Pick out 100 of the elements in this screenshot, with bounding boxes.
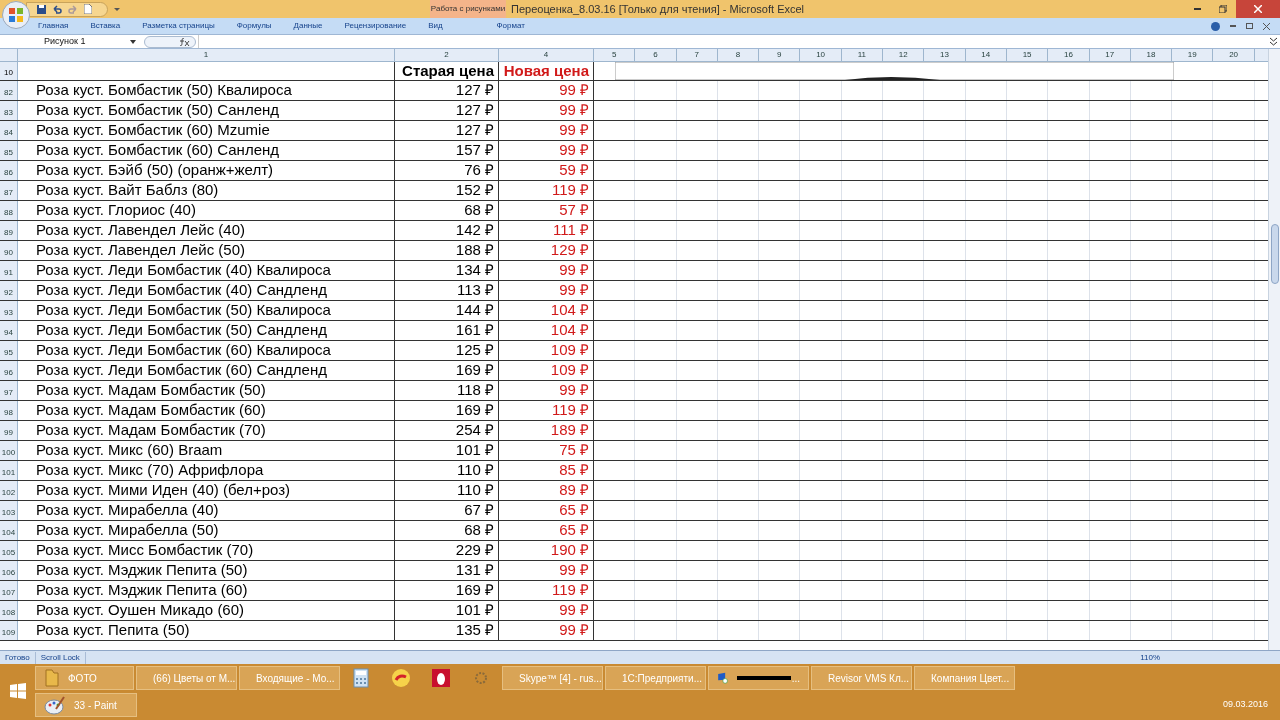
scrollbar-thumb[interactable]: [1271, 224, 1279, 284]
row-header[interactable]: 102: [0, 481, 18, 500]
table-cell: 85 ₽: [499, 461, 594, 480]
column-header[interactable]: 13: [924, 49, 966, 61]
column-header[interactable]: 16: [1048, 49, 1090, 61]
row-header[interactable]: 86: [0, 161, 18, 180]
table-cell: 127 ₽: [395, 121, 499, 140]
row-header[interactable]: 101: [0, 461, 18, 480]
row-header[interactable]: 82: [0, 81, 18, 100]
egg-icon: [431, 668, 451, 688]
table-cell: 101 ₽: [395, 601, 499, 620]
vertical-scrollbar[interactable]: [1268, 49, 1280, 650]
expand-icon[interactable]: [1269, 36, 1278, 47]
function-icon[interactable]: [180, 37, 190, 46]
table-cell: 113 ₽: [395, 281, 499, 300]
column-header[interactable]: 7: [676, 49, 718, 61]
table-cell: 169 ₽: [395, 401, 499, 420]
help-icon[interactable]: [1211, 21, 1220, 31]
row-header[interactable]: 103: [0, 501, 18, 520]
table-cell: 76 ₽: [395, 161, 499, 180]
table-cell: Роза куст. Мадам Бомбастик (60): [18, 401, 395, 420]
column-header[interactable]: 17: [1089, 49, 1131, 61]
column-header[interactable]: 19: [1172, 49, 1214, 61]
close-button[interactable]: [1236, 0, 1280, 18]
row-header[interactable]: 10: [0, 62, 18, 80]
row-header[interactable]: 89: [0, 221, 18, 240]
row-header[interactable]: 96: [0, 361, 18, 380]
name-box[interactable]: Рисунок 1: [0, 35, 140, 48]
table-cell: 99 ₽: [499, 141, 594, 160]
column-header[interactable]: 4: [499, 49, 594, 61]
table-cell: 99 ₽: [499, 121, 594, 140]
customize-caret-icon[interactable]: [114, 6, 120, 12]
row-header[interactable]: 85: [0, 141, 18, 160]
ribbon-tab[interactable]: Вид: [428, 20, 443, 32]
table-cell: Роза куст. Лавендел Лейс (50): [18, 241, 395, 260]
row-header[interactable]: 88: [0, 201, 18, 220]
row-header[interactable]: 90: [0, 241, 18, 260]
table-cell: Роза куст. Глориос (40): [18, 201, 395, 220]
column-header[interactable]: 6: [635, 49, 677, 61]
column-header[interactable]: 2: [395, 49, 499, 61]
row-header[interactable]: 95: [0, 341, 18, 360]
row-header[interactable]: 93: [0, 301, 18, 320]
ribbon-tab[interactable]: Вставка: [90, 20, 121, 32]
row-header[interactable]: 109: [0, 621, 18, 640]
table-cell: 119 ₽: [499, 581, 594, 600]
ribbon-tab[interactable]: Рецензирование: [344, 20, 407, 32]
table-cell: Роза куст. Мисс Бомбастик (70): [18, 541, 395, 560]
close-icon[interactable]: [1263, 22, 1270, 30]
windows-logo-icon: [9, 683, 26, 699]
table-cell: 65 ₽: [499, 501, 594, 520]
ribbon-tab[interactable]: Разметка страницы: [142, 20, 215, 32]
column-header[interactable]: 5: [594, 49, 636, 61]
row-header[interactable]: 91: [0, 261, 18, 280]
row-header[interactable]: 100: [0, 441, 18, 460]
table-cell: Роза куст. Леди Бомбастик (40) Сандленд: [18, 281, 395, 300]
column-header[interactable]: 15: [1006, 49, 1049, 61]
save-icon[interactable]: [37, 4, 46, 14]
context-tab-header: Работа с рисунками: [430, 0, 506, 18]
ribbon-tab[interactable]: Главная: [38, 20, 69, 32]
office-logo-icon: [9, 8, 23, 22]
table-cell: 109 ₽: [499, 361, 594, 380]
column-header[interactable]: 20: [1213, 49, 1255, 61]
table-cell: 67 ₽: [395, 501, 499, 520]
column-header[interactable]: 14: [965, 49, 1007, 61]
row-header[interactable]: 107: [0, 581, 18, 600]
row-header[interactable]: 106: [0, 561, 18, 580]
table-cell: Роза куст. Мадам Бомбастик (70): [18, 421, 395, 440]
row-header[interactable]: 104: [0, 521, 18, 540]
office-button[interactable]: [2, 1, 30, 29]
row-header[interactable]: 97: [0, 381, 18, 400]
column-header[interactable]: 1: [18, 49, 395, 61]
ribbon-tab[interactable]: Формат: [472, 20, 549, 32]
row-header[interactable]: 83: [0, 101, 18, 120]
column-header[interactable]: 11: [841, 49, 884, 61]
table-cell: 129 ₽: [499, 241, 594, 260]
ribbon-tab[interactable]: Данные: [293, 20, 323, 32]
row-header[interactable]: 92: [0, 281, 18, 300]
row-header[interactable]: 105: [0, 541, 18, 560]
table-cell: 161 ₽: [395, 321, 499, 340]
table-cell: 99 ₽: [499, 281, 594, 300]
ribbon-tab[interactable]: Формулы: [236, 20, 272, 32]
table-cell: Роза куст. Бомбастик (60) Mzumie: [18, 121, 395, 140]
restore-icon[interactable]: [1246, 23, 1253, 29]
new-document-icon[interactable]: [84, 4, 92, 14]
table-cell: 110 ₽: [395, 461, 499, 480]
column-header[interactable]: 12: [883, 49, 925, 61]
row-header[interactable]: 94: [0, 321, 18, 340]
row-header[interactable]: 87: [0, 181, 18, 200]
column-header[interactable]: 9: [759, 49, 801, 61]
table-cell: 169 ₽: [395, 361, 499, 380]
zoom-level[interactable]: 110%: [1140, 651, 1160, 664]
column-header[interactable]: 8: [717, 49, 760, 61]
undo-icon[interactable]: [52, 4, 62, 14]
row-header[interactable]: 99: [0, 421, 18, 440]
table-cell: Роза куст. Вайт Баблз (80): [18, 181, 395, 200]
row-header[interactable]: 108: [0, 601, 18, 620]
row-header[interactable]: 98: [0, 401, 18, 420]
column-header[interactable]: 10: [800, 49, 842, 61]
row-header[interactable]: 84: [0, 121, 18, 140]
column-header[interactable]: 18: [1130, 49, 1173, 61]
